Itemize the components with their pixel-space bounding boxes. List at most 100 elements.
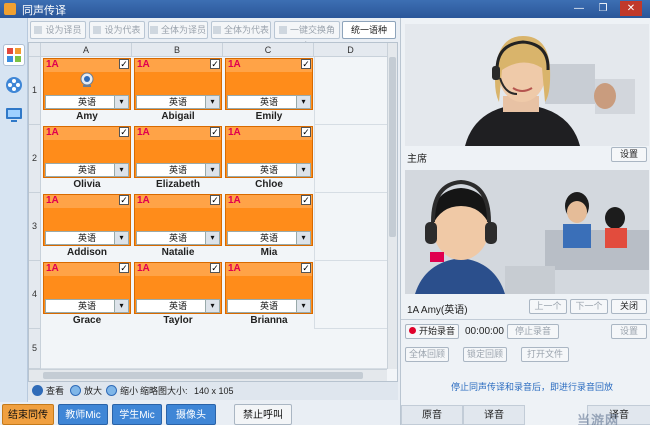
tab-original[interactable]: 原音 <box>401 405 463 425</box>
language-select[interactable]: 英语 ▾ <box>136 299 220 313</box>
view-bar: 查看 放大 缩小 缩略图大小: 140 x 105 <box>28 382 398 400</box>
seat-card[interactable]: 1A ✓ 英语 ▾ Emily <box>225 58 313 124</box>
layout-grid-icon[interactable] <box>3 44 25 66</box>
scroll-thumb[interactable] <box>43 372 363 379</box>
empty-cell[interactable] <box>314 57 388 125</box>
seat-checkbox[interactable]: ✓ <box>301 195 311 205</box>
tab-interpretation[interactable]: 译音 <box>463 405 525 425</box>
vertical-scrollbar[interactable] <box>387 43 397 369</box>
horizontal-scrollbar[interactable] <box>29 369 387 381</box>
seat-card[interactable]: 1A ✓ 英语 ▾ Mia <box>225 194 313 260</box>
seat-card[interactable]: 1A ✓ 英语 ▾ Abigail <box>134 58 222 124</box>
start-record-button[interactable]: 开始录音 <box>405 324 459 339</box>
open-file-button[interactable]: 打开文件 <box>521 347 569 362</box>
monitor-icon[interactable] <box>3 104 25 126</box>
seat-card[interactable]: 1A ✓ 英语 ▾ Olivia <box>43 126 131 192</box>
empty-cell[interactable] <box>314 125 388 193</box>
seat-checkbox[interactable]: ✓ <box>119 263 129 273</box>
all-delegate-button[interactable]: 全体为代表 <box>211 21 271 39</box>
column-header-b: B <box>132 43 223 57</box>
record-settings-button[interactable]: 设置 <box>611 324 647 339</box>
column-header-d: D <box>314 43 388 57</box>
film-reel-icon[interactable] <box>3 74 25 96</box>
view-button[interactable]: 查看 <box>32 382 64 400</box>
empty-cell[interactable] <box>314 193 388 261</box>
seat-name: Chloe <box>255 179 283 190</box>
seat-card[interactable]: 1A ✓ 英语 ▾ Taylor <box>134 262 222 328</box>
language-select[interactable]: 英语 ▾ <box>227 95 311 109</box>
seat-card[interactable]: 1A ✓ 英语 ▾ Chloe <box>225 126 313 192</box>
end-interpretation-button[interactable]: 结束同传 <box>2 404 54 425</box>
seat-card[interactable]: 1A ✓ 英语 ▾ Brianna <box>225 262 313 328</box>
all-interpreter-icon <box>149 26 158 34</box>
all-review-button[interactable]: 全体回顾 <box>405 347 449 362</box>
lock-review-button[interactable]: 锁定回顾 <box>463 347 507 362</box>
scroll-thumb[interactable] <box>389 57 396 237</box>
maximize-button[interactable]: ❐ <box>592 1 614 16</box>
seat-checkbox[interactable]: ✓ <box>210 59 220 69</box>
language-select[interactable]: 英语 ▾ <box>227 231 311 245</box>
student-mic-button[interactable]: 学生Mic <box>112 404 162 425</box>
seat-card[interactable]: 1A ✓ 英语 ▾ Amy <box>43 58 131 124</box>
seat-checkbox[interactable]: ✓ <box>301 127 311 137</box>
empty-row[interactable] <box>41 329 388 369</box>
zoom-out-button[interactable]: 缩小 <box>106 382 138 400</box>
all-interpreter-button[interactable]: 全体为译员 <box>148 21 208 39</box>
set-interpreter-button[interactable]: 设为译员 <box>30 21 86 39</box>
language-select[interactable]: 英语 ▾ <box>227 163 311 177</box>
seat-class: 1A <box>137 263 150 274</box>
seat-card[interactable]: 1A ✓ 英语 ▾ Addison <box>43 194 131 260</box>
seat-checkbox[interactable]: ✓ <box>119 59 129 69</box>
language-select[interactable]: 英语 ▾ <box>136 163 220 177</box>
forbid-call-button[interactable]: 禁止呼叫 <box>234 404 292 425</box>
empty-cell[interactable] <box>314 261 388 329</box>
close-student-view-button[interactable]: 关闭 <box>611 299 647 314</box>
language-select[interactable]: 英语 ▾ <box>136 95 220 109</box>
seat-card[interactable]: 1A ✓ 英语 ▾ Elizabeth <box>134 126 222 192</box>
camera-button[interactable]: 摄像头 <box>166 404 216 425</box>
unify-language-button[interactable]: 统一语种 <box>342 21 396 39</box>
teacher-mic-button[interactable]: 教师Mic <box>58 404 108 425</box>
seat-card[interactable]: 1A ✓ 英语 ▾ Grace <box>43 262 131 328</box>
close-window-button[interactable]: ✕ <box>620 1 642 16</box>
seat-checkbox[interactable]: ✓ <box>119 127 129 137</box>
divider <box>401 319 650 320</box>
chair-settings-button[interactable]: 设置 <box>611 147 647 162</box>
next-student-button[interactable]: 下一个 <box>570 299 608 314</box>
delegate-icon <box>93 26 102 34</box>
seat-class: 1A <box>228 195 241 206</box>
language-select[interactable]: 英语 ▾ <box>45 95 129 109</box>
seat-card[interactable]: 1A ✓ 英语 ▾ Natalie <box>134 194 222 260</box>
language-select[interactable]: 英语 ▾ <box>136 231 220 245</box>
record-dot-icon <box>408 327 416 334</box>
seat-name: Olivia <box>73 179 101 190</box>
window-title: 同声传译 <box>22 5 66 17</box>
all-delegate-icon <box>212 26 221 34</box>
seat-checkbox[interactable]: ✓ <box>210 263 220 273</box>
language-select[interactable]: 英语 ▾ <box>227 299 311 313</box>
seat-checkbox[interactable]: ✓ <box>119 195 129 205</box>
chevron-down-icon: ▾ <box>296 164 310 176</box>
swap-role-button[interactable]: 一键交换角色 <box>274 21 340 51</box>
prev-student-button[interactable]: 上一个 <box>529 299 567 314</box>
seat-name: Natalie <box>161 247 195 258</box>
seat-checkbox[interactable]: ✓ <box>301 59 311 69</box>
seat-checkbox[interactable]: ✓ <box>210 195 220 205</box>
zoom-in-icon <box>70 385 81 396</box>
language-select[interactable]: 英语 ▾ <box>45 231 129 245</box>
language-select[interactable]: 英语 ▾ <box>45 299 129 313</box>
chevron-down-icon: ▾ <box>205 300 219 312</box>
seat-class: 1A <box>137 127 150 138</box>
minimize-button[interactable]: — <box>568 1 590 16</box>
thumb-size-value: 140 x 105 <box>194 386 234 396</box>
zoom-in-button[interactable]: 放大 <box>70 382 102 400</box>
seat-checkbox[interactable]: ✓ <box>210 127 220 137</box>
record-timer: 00:00:00 <box>465 326 504 337</box>
language-select[interactable]: 英语 ▾ <box>45 163 129 177</box>
stop-record-button[interactable]: 停止录音 <box>507 324 559 339</box>
seat-name: Taylor <box>163 315 193 326</box>
swap-role-icon <box>278 26 287 34</box>
chevron-down-icon: ▾ <box>114 300 128 312</box>
set-delegate-button[interactable]: 设为代表 <box>89 21 145 39</box>
seat-checkbox[interactable]: ✓ <box>301 263 311 273</box>
